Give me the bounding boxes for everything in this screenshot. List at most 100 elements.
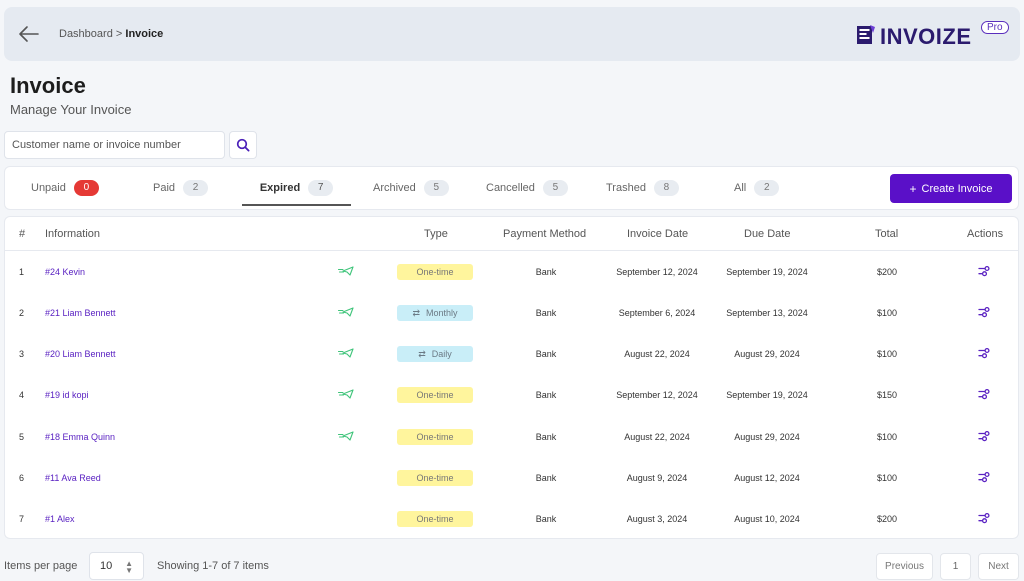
row-index: 3 — [19, 349, 25, 360]
invoice-date: August 22, 2024 — [624, 431, 690, 442]
create-invoice-button[interactable]: + Create Invoice — [890, 174, 1012, 203]
total-amount: $100 — [876, 307, 898, 318]
row-index: 1 — [19, 266, 25, 277]
app-logo: INVOIZE Pro — [856, 19, 1009, 55]
tab-label: Cancelled — [486, 182, 535, 194]
search-input[interactable] — [4, 131, 225, 159]
row-actions-icon[interactable] — [978, 306, 990, 319]
row-index: 5 — [19, 431, 25, 442]
invoice-link[interactable]: #24 Kevin — [45, 267, 85, 277]
due-date: August 10, 2024 — [734, 514, 800, 525]
row-index: 2 — [19, 307, 25, 318]
type-badge: One-time — [397, 387, 473, 404]
header-total: Total — [875, 228, 899, 240]
tab-label: Trashed — [606, 182, 646, 194]
invoice-date: August 3, 2024 — [626, 514, 688, 525]
table-row: 5 #18 Emma Quinn One-time Bank August 22, 20… — [5, 416, 1018, 457]
invoice-table: # Information Type Payment Method Invoic… — [4, 216, 1019, 539]
header-index: # — [19, 228, 26, 240]
row-actions-icon[interactable] — [978, 430, 990, 443]
type-badge: ⇄ Daily — [397, 346, 473, 363]
repeat-icon: ⇄ — [418, 349, 426, 360]
payment-method: Bank — [535, 307, 557, 318]
tab-label: Expired — [259, 182, 301, 194]
row-actions-icon[interactable] — [978, 471, 990, 485]
payment-method: Bank — [535, 390, 557, 401]
invoice-link[interactable]: #19 id kopi — [45, 390, 89, 400]
search-icon — [236, 138, 250, 152]
row-index: 4 — [19, 390, 25, 401]
search-button[interactable] — [229, 131, 257, 159]
invoice-link[interactable]: #1 Alex — [45, 514, 75, 524]
tab-count-badge: 5 — [542, 180, 568, 196]
table-row: 2 #21 Liam Bennett ⇄ Monthly Bank September 6… — [5, 292, 1018, 333]
table-row: 1 #24 Kevin One-time Bank September 12, 2024… — [5, 251, 1018, 292]
type-label: One-time — [416, 390, 454, 401]
total-amount: $100 — [876, 431, 898, 442]
row-index: 6 — [19, 473, 25, 483]
page-subtitle: Manage Your Invoice — [10, 102, 132, 117]
table-row: 7 #1 Alex One-time Bank August 3, 2024 August… — [5, 499, 1018, 540]
items-per-page-value: 10 — [100, 560, 113, 572]
invoice-link[interactable]: #11 Ava Reed — [45, 473, 101, 483]
type-badge: One-time — [397, 263, 473, 280]
invoice-date: September 12, 2024 — [616, 390, 698, 401]
due-date: September 19, 2024 — [726, 266, 808, 277]
tab-archived[interactable]: Archived 5 — [373, 167, 449, 209]
payment-method: Bank — [535, 266, 557, 277]
sent-icon — [337, 265, 354, 278]
type-label: One-time — [416, 514, 454, 525]
payment-method: Bank — [535, 349, 557, 360]
invoice-date: September 6, 2024 — [618, 307, 696, 318]
tab-expired[interactable]: Expired 7 — [242, 167, 351, 209]
total-amount: $200 — [876, 266, 898, 277]
showing-count: Showing 1-7 of 7 items — [157, 560, 269, 572]
next-page-button[interactable]: Next — [978, 553, 1019, 580]
plus-icon: + — [909, 181, 917, 196]
breadcrumb-dashboard[interactable]: Dashboard — [59, 28, 113, 40]
invoice-date: September 12, 2024 — [616, 266, 698, 277]
payment-method: Bank — [535, 431, 557, 442]
items-per-page-select[interactable]: 10 ▲ ▼ — [89, 552, 144, 580]
status-tabs: Unpaid 0 Paid 2 Expired 7 Archived 5 Can… — [4, 166, 1019, 210]
invoice-link[interactable]: #20 Liam Bennett — [45, 349, 116, 359]
header-payment-method: Payment Method — [503, 228, 587, 240]
due-date: August 29, 2024 — [734, 431, 800, 442]
invoice-link[interactable]: #21 Liam Bennett — [45, 308, 116, 318]
page-number-button[interactable]: 1 — [940, 553, 971, 580]
total-amount: $200 — [876, 514, 898, 525]
invoice-date: August 9, 2024 — [626, 473, 688, 483]
type-badge: One-time — [397, 428, 473, 445]
tab-paid[interactable]: Paid 2 — [153, 167, 209, 209]
row-actions-icon[interactable] — [978, 513, 990, 526]
row-actions-icon[interactable] — [978, 348, 990, 361]
sent-icon — [337, 348, 354, 360]
payment-method: Bank — [535, 473, 557, 483]
row-index: 7 — [19, 514, 25, 525]
total-amount: $150 — [876, 390, 898, 401]
back-arrow-icon[interactable] — [18, 24, 40, 44]
invoice-link[interactable]: #18 Emma Quinn — [45, 432, 115, 442]
row-actions-icon[interactable] — [978, 265, 990, 278]
tab-count-badge: 2 — [183, 180, 209, 196]
due-date: September 19, 2024 — [726, 390, 808, 401]
tab-all[interactable]: All 2 — [734, 167, 780, 209]
table-row: 3 #20 Liam Bennett ⇄ Daily Bank August 22, 20… — [5, 334, 1018, 375]
type-label: Monthly — [426, 307, 458, 318]
sent-icon — [337, 307, 354, 319]
header-type: Type — [424, 228, 448, 240]
type-label: One-time — [416, 431, 454, 442]
header-invoice-date: Invoice Date — [627, 228, 689, 240]
tab-trashed[interactable]: Trashed 8 — [606, 167, 679, 209]
previous-page-button[interactable]: Previous — [876, 553, 933, 580]
row-actions-icon[interactable] — [978, 389, 990, 402]
type-label: One-time — [416, 266, 454, 277]
tab-cancelled[interactable]: Cancelled 5 — [486, 167, 568, 209]
due-date: August 12, 2024 — [734, 473, 800, 483]
tab-label: Unpaid — [31, 182, 66, 194]
tab-unpaid[interactable]: Unpaid 0 — [31, 167, 99, 209]
payment-method: Bank — [535, 514, 557, 525]
repeat-icon: ⇄ — [412, 307, 421, 318]
table-header: # Information Type Payment Method Invoic… — [5, 217, 1018, 251]
invoice-date: August 22, 2024 — [624, 349, 690, 360]
